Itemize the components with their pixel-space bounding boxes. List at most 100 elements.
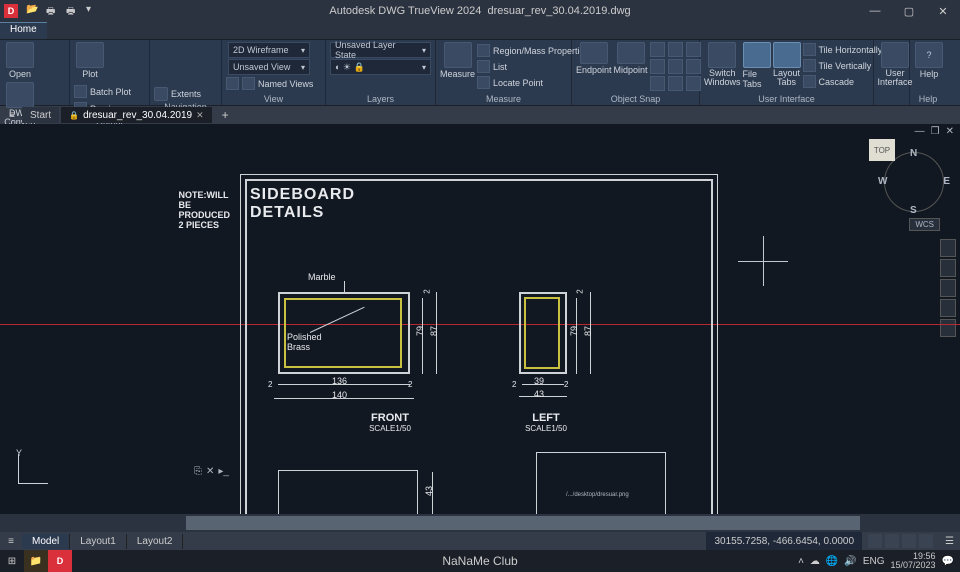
viewcube[interactable]: N S W E TOP <box>882 150 946 214</box>
osnap-icon[interactable] <box>686 76 701 91</box>
panel-osnap: Endpoint Midpoint Object Snap <box>572 40 700 105</box>
open-button[interactable]: Open <box>4 42 36 79</box>
dim-2: 2 <box>576 289 585 293</box>
cascade-button[interactable]: Cascade <box>803 74 883 89</box>
measure-button[interactable]: Measure <box>440 42 475 90</box>
doc-window-controls: — ❐ ✕ <box>915 126 954 137</box>
command-prefix: ⎘ ✕ ▸_ <box>194 466 229 477</box>
viewcube-w[interactable]: W <box>878 176 887 187</box>
osnap-icon[interactable] <box>650 76 665 91</box>
nav-icon[interactable] <box>154 56 168 70</box>
tray-cloud-icon[interactable]: ☁ <box>810 556 820 567</box>
command-history-icon[interactable]: ⎘ <box>194 466 202 477</box>
extents-button[interactable]: Extents <box>154 87 201 101</box>
osnap-icon[interactable] <box>650 42 665 57</box>
dim-136: 136 <box>332 376 347 386</box>
osnap-icon[interactable] <box>668 76 683 91</box>
named-views-button[interactable]: Named Views <box>226 76 321 91</box>
qat-icon[interactable]: ▾ <box>86 4 100 18</box>
layout-tab-1[interactable]: Layout1 <box>70 534 127 549</box>
label-brass: Polished Brass <box>287 332 322 352</box>
doc-minimize-icon[interactable]: — <box>915 126 925 137</box>
drawing-title: SIDEBOARD DETAILS <box>250 186 355 222</box>
nav-pan-icon[interactable] <box>940 259 956 277</box>
tray-lang[interactable]: ENG <box>863 556 885 567</box>
layout-tab-model[interactable]: Model <box>22 534 70 549</box>
panel-files: Open DWGConvert Files <box>0 40 70 105</box>
visual-style-select[interactable]: 2D Wireframe <box>228 42 310 58</box>
minimize-button[interactable]: — <box>858 0 892 22</box>
layout-menu-icon[interactable]: ≡ <box>0 536 22 547</box>
file-tabs-menu-icon[interactable]: ≡ <box>4 110 20 121</box>
maximize-button[interactable]: ▢ <box>892 0 926 22</box>
wcs-label[interactable]: WCS <box>909 218 940 231</box>
dim-87: 87 <box>429 326 439 336</box>
tab-home[interactable]: Home <box>0 22 47 39</box>
tray-notifications-icon[interactable]: 💬 <box>942 556 954 567</box>
osnap-icon[interactable] <box>668 42 683 57</box>
doc-close-icon[interactable]: ✕ <box>946 126 954 137</box>
layer-state-select[interactable]: Unsaved Layer State <box>330 42 431 58</box>
qat-icon[interactable]: 📂 <box>26 4 40 18</box>
nav-orbit-icon[interactable] <box>940 299 956 317</box>
saved-view-select[interactable]: Unsaved View <box>228 59 310 75</box>
drawing-canvas[interactable]: — ❐ ✕ N S W E TOP WCS SIDEBOARD DETAILS … <box>0 124 960 514</box>
status-icon[interactable] <box>868 534 882 548</box>
osnap-icon[interactable] <box>650 59 665 74</box>
qat-icon[interactable]: 🖶 <box>66 4 80 18</box>
layout-tabs-button[interactable]: LayoutTabs <box>773 42 801 89</box>
nav-showmotion-icon[interactable] <box>940 319 956 337</box>
status-icon[interactable] <box>885 534 899 548</box>
panel-help: ?Help Help <box>910 40 946 105</box>
tile-vertical-button[interactable]: Tile Vertically <box>803 58 883 73</box>
tray-icon[interactable]: ˄ <box>798 556 804 567</box>
panel-measure: Measure Region/Mass Properties List Loca… <box>436 40 572 105</box>
viewcube-top[interactable]: TOP <box>869 139 895 161</box>
viewcube-s[interactable]: S <box>910 205 917 216</box>
plot-button[interactable]: Plot <box>74 42 106 79</box>
status-overflow-icon[interactable]: ☰ <box>939 536 960 547</box>
qat-icon[interactable]: 🖶 <box>46 4 60 18</box>
panel-label: Help <box>914 93 942 105</box>
file-tab-document[interactable]: 🔒 dresuar_rev_30.04.2019 ✕ <box>61 107 212 123</box>
file-tab-start[interactable]: Start <box>22 107 59 123</box>
nav-wheel-icon[interactable] <box>940 239 956 257</box>
tray-network-icon[interactable]: 🌐 <box>826 556 838 567</box>
osnap-icon[interactable] <box>686 59 701 74</box>
status-icon[interactable] <box>902 534 916 548</box>
command-input[interactable] <box>186 516 860 530</box>
taskbar: ⊞ 📁 D NaNaMe Club ˄ ☁ 🌐 🔊 ENG 19:56 15/0… <box>0 550 960 572</box>
close-button[interactable]: ✕ <box>926 0 960 22</box>
dim-2: 2 <box>408 380 412 389</box>
status-icon[interactable] <box>919 534 933 548</box>
viewcube-n[interactable]: N <box>910 148 917 159</box>
layer-select[interactable]: ◐ ☀ 🔒 <box>330 59 431 75</box>
dim-79-left: 79 <box>569 326 579 336</box>
user-interface-button[interactable]: UserInterface <box>878 42 912 87</box>
switch-windows-button[interactable]: SwitchWindows <box>704 42 741 89</box>
drawing-note: NOTE:WILL BE PRODUCED 2 PIECES <box>179 190 231 230</box>
start-button[interactable]: ⊞ <box>0 550 24 572</box>
close-tab-icon[interactable]: ✕ <box>196 110 204 121</box>
crosshair-cursor <box>738 236 788 286</box>
viewcube-e[interactable]: E <box>943 176 950 187</box>
command-close-icon[interactable]: ✕ <box>206 466 214 477</box>
task-folder-icon[interactable]: 📁 <box>24 550 48 572</box>
tray-clock[interactable]: 19:56 15/07/2023 <box>891 552 936 570</box>
tray-volume-icon[interactable]: 🔊 <box>844 556 856 567</box>
doc-restore-icon[interactable]: ❐ <box>931 126 940 137</box>
midpoint-button[interactable]: Midpoint <box>614 42 648 91</box>
tile-horizontal-button[interactable]: Tile Horizontally <box>803 42 883 57</box>
nav-zoom-icon[interactable] <box>940 279 956 297</box>
dim-43: 43 <box>534 389 544 399</box>
panel-label: User Interface <box>704 93 869 105</box>
task-app-icon[interactable]: D <box>48 550 72 572</box>
osnap-icon[interactable] <box>686 42 701 57</box>
file-tabs-button[interactable]: File Tabs <box>743 42 771 89</box>
layout-tab-2[interactable]: Layout2 <box>127 534 184 549</box>
help-button[interactable]: ?Help <box>914 42 944 79</box>
osnap-icon[interactable] <box>668 59 683 74</box>
batch-plot-button[interactable]: Batch Plot <box>74 84 131 99</box>
new-tab-button[interactable]: + <box>214 108 237 122</box>
endpoint-button[interactable]: Endpoint <box>576 42 612 91</box>
